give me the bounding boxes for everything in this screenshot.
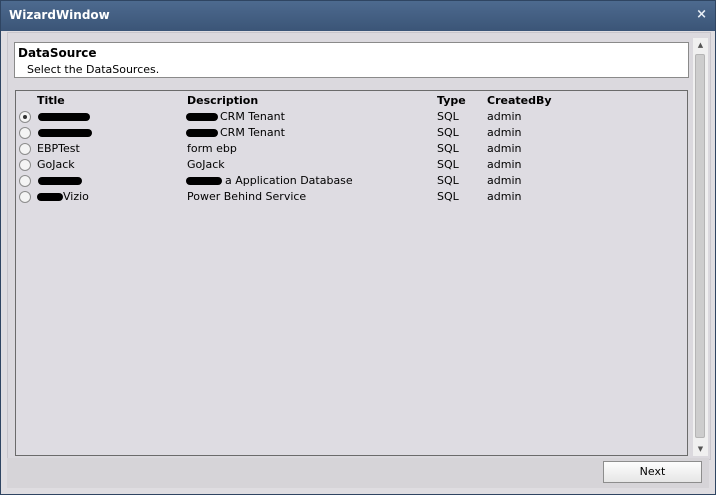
wizard-window: WizardWindow × DataSource Select the Dat… (0, 0, 716, 495)
scroll-down-icon[interactable]: ▼ (693, 442, 708, 456)
row-createdby: admin (487, 174, 522, 187)
table-row[interactable]: EBPTest form ebp SQL admin (16, 141, 687, 157)
datasource-grid: Title Description Type CreatedBy CRM Ten… (15, 90, 688, 456)
column-header-type[interactable]: Type (437, 94, 466, 107)
row-type: SQL (437, 126, 459, 139)
close-icon[interactable]: × (696, 7, 707, 22)
column-header-createdby[interactable]: CreatedBy (487, 94, 552, 107)
column-header-title[interactable]: Title (37, 94, 65, 107)
table-row[interactable]: CRM Tenant SQL admin (16, 109, 687, 125)
table-row[interactable]: CRM Tenant SQL admin (16, 125, 687, 141)
row-description: CRM Tenant (220, 110, 285, 123)
vertical-scrollbar[interactable]: ▲ ▼ (693, 38, 708, 456)
row-type: SQL (437, 174, 459, 187)
row-description: a Application Database (225, 174, 353, 187)
row-select-radio[interactable] (19, 127, 31, 139)
row-description: CRM Tenant (220, 126, 285, 139)
row-createdby: admin (487, 158, 522, 171)
row-title: GoJack (37, 158, 75, 171)
redaction-mark (38, 177, 82, 185)
scroll-up-icon[interactable]: ▲ (693, 38, 708, 52)
redaction-mark (38, 129, 92, 137)
table-row[interactable]: GoJack GoJack SQL admin (16, 157, 687, 173)
row-type: SQL (437, 190, 459, 203)
row-title: Vizio (63, 190, 89, 203)
row-type: SQL (437, 142, 459, 155)
row-title: EBPTest (37, 142, 80, 155)
table-row[interactable]: a Application Database SQL admin (16, 173, 687, 189)
row-select-radio[interactable] (19, 159, 31, 171)
redaction-mark (38, 113, 90, 121)
table-row[interactable]: Vizio Power Behind Service SQL admin (16, 189, 687, 205)
step-title: DataSource (18, 46, 97, 60)
scrollbar-thumb[interactable] (695, 54, 705, 438)
row-type: SQL (437, 110, 459, 123)
row-select-radio[interactable] (19, 111, 31, 123)
redaction-mark (186, 129, 218, 137)
row-select-radio[interactable] (19, 175, 31, 187)
window-title: WizardWindow (9, 8, 110, 22)
row-description: GoJack (187, 158, 225, 171)
row-select-radio[interactable] (19, 143, 31, 155)
column-header-description[interactable]: Description (187, 94, 258, 107)
wizard-content: DataSource Select the DataSources. Title… (7, 32, 711, 460)
wizard-footer: Next (7, 458, 709, 488)
row-createdby: admin (487, 126, 522, 139)
row-description: form ebp (187, 142, 237, 155)
redaction-mark (37, 193, 63, 201)
redaction-mark (186, 177, 222, 185)
row-select-radio[interactable] (19, 191, 31, 203)
step-header: DataSource Select the DataSources. (14, 42, 689, 78)
title-bar: WizardWindow × (1, 1, 715, 31)
row-type: SQL (437, 158, 459, 171)
row-description: Power Behind Service (187, 190, 307, 203)
redaction-mark (186, 113, 218, 121)
row-createdby: admin (487, 142, 522, 155)
row-createdby: admin (487, 190, 522, 203)
row-createdby: admin (487, 110, 522, 123)
next-button[interactable]: Next (603, 461, 702, 483)
step-subtitle: Select the DataSources. (27, 63, 160, 76)
